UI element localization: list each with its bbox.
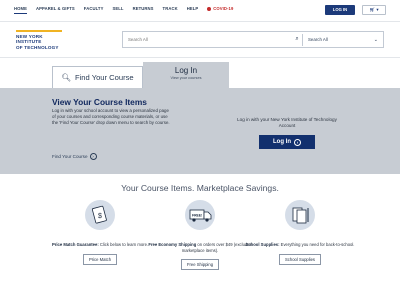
top-nav: HOME APPAREL & GIFTS FACULTY SELL RETURN… [0, 0, 400, 22]
svg-text:FREE!: FREE! [192, 214, 202, 218]
free-shipping-button[interactable]: Free Shipping [180, 259, 220, 271]
cart-button[interactable]: 🛒︎ ▾ [362, 5, 386, 15]
school-logo[interactable]: NEW YORK INSTITUTE OF TECHNOLOGY [16, 30, 64, 50]
feature-bold: School Supplies: [245, 242, 280, 247]
tab-login-label: Log In [174, 66, 198, 75]
cart-icon: 🛒︎ [369, 7, 376, 12]
nav-faculty[interactable]: FACULTY [84, 6, 104, 14]
price-tag-icon: $ [85, 200, 115, 230]
tab-find-course[interactable]: 🔍︎ Find Your Course [52, 66, 143, 88]
feature-price-match: $ Price Match Guarantee: Click below to … [45, 200, 155, 266]
nav-track[interactable]: TRACK [163, 6, 178, 14]
login-message: Log in with your New York Institute of T… [237, 117, 337, 128]
tab-find-label: Find Your Course [74, 73, 134, 82]
logo-bar [16, 30, 62, 32]
school-supplies-button[interactable]: School Supplies [278, 253, 322, 265]
panel-title: View Your Course Items [52, 97, 147, 107]
find-course-link-label: Find Your Course [52, 154, 88, 159]
truck-icon: FREE! [185, 200, 215, 230]
logo-line2: OF TECHNOLOGY [16, 44, 59, 50]
search-icon[interactable]: ⌕ [292, 36, 302, 43]
chevron-down-icon: ⌄ [373, 36, 378, 43]
panel-login-button[interactable]: Log In › [259, 135, 315, 149]
tab-login-sub: View your courses [170, 76, 202, 80]
logo-line1: NEW YORK INSTITUTE [16, 34, 43, 45]
arrow-right-icon: › [294, 138, 301, 146]
panel-login-label: Log In [273, 139, 291, 145]
search-bar: ⌕ Search All ⌄ [122, 31, 384, 48]
search-input[interactable] [123, 32, 292, 47]
svg-text:$: $ [98, 213, 102, 220]
feature-school-supplies: School Supplies: Everything you need for… [245, 200, 355, 266]
feature-bold: Free Economy Shipping [148, 242, 197, 247]
find-course-link[interactable]: Find Your Course › [52, 153, 97, 160]
feature-text: Free Economy Shipping on orders over $49… [145, 242, 255, 253]
search-scope-label: Search All [308, 37, 328, 42]
nav-sell[interactable]: SELL [112, 6, 123, 14]
feature-desc: Click below to learn more. [98, 242, 149, 247]
nav-returns[interactable]: RETURNS [133, 6, 154, 14]
price-match-button[interactable]: Price Match [82, 253, 118, 265]
nav-covid[interactable]: COVID-19 [207, 6, 233, 14]
nav-links: HOME APPAREL & GIFTS FACULTY SELL RETURN… [14, 6, 233, 14]
nav-help[interactable]: HELP [187, 6, 199, 14]
feature-desc: Everything you need for back-to-school. [279, 242, 355, 247]
marketplace-title: Your Course Items. Marketplace Savings. [121, 183, 279, 193]
feature-text: School Supplies: Everything you need for… [245, 242, 355, 248]
login-button[interactable]: LOG IN [325, 5, 355, 15]
nav-home[interactable]: HOME [14, 6, 27, 14]
alert-icon [207, 6, 212, 11]
search-scope-select[interactable]: Search All ⌄ [303, 32, 383, 47]
feature-text: Price Match Guarantee: Click below to le… [45, 242, 155, 248]
nav-covid-label: COVID-19 [213, 6, 234, 11]
feature-free-shipping: FREE! Free Economy Shipping on orders ov… [145, 200, 255, 271]
feature-bold: Price Match Guarantee: [51, 242, 99, 247]
search-icon: 🔍︎ [61, 73, 71, 82]
panel-description: Log in with your school account to view … [52, 108, 170, 125]
chevron-down-icon: ▾ [376, 7, 379, 12]
tab-login[interactable]: Log In View your courses [143, 62, 229, 88]
login-panel: View Your Course Items Log in with your … [0, 88, 400, 174]
supplies-icon [285, 200, 315, 230]
site-header: NEW YORK INSTITUTE OF TECHNOLOGY ⌕ Searc… [0, 22, 400, 58]
arrow-right-icon: › [89, 153, 97, 160]
nav-apparel[interactable]: APPAREL & GIFTS [36, 6, 75, 14]
